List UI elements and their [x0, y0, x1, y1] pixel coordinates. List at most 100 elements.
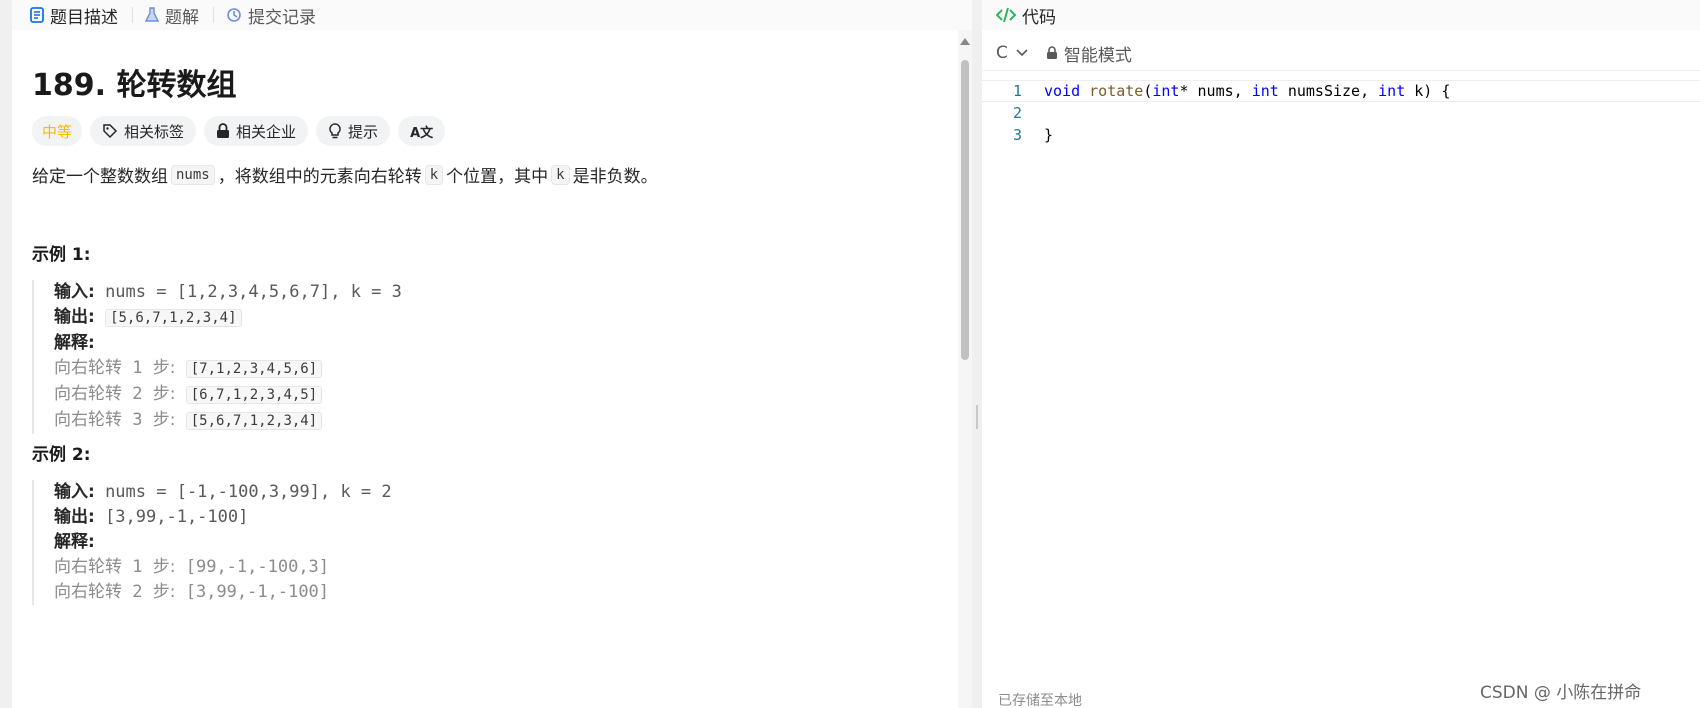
step-num: 3: [132, 410, 143, 430]
difficulty-badge: 中等: [32, 116, 83, 146]
code-line[interactable]: 3 }: [982, 124, 1700, 146]
example-1-title: 示例 1:: [32, 245, 91, 265]
step-value: [6,7,1,2,3,4,5]: [185, 386, 323, 404]
toolbar-divider: [982, 70, 1700, 71]
problem-tabs: 题目描述 题解 提交记录: [12, 0, 972, 30]
code-function: rotate: [1089, 82, 1144, 100]
explain-label: 解释:: [54, 333, 95, 353]
lock-icon: [1046, 46, 1057, 59]
tab-submissions[interactable]: 提交记录: [226, 4, 330, 28]
smart-mode-toggle[interactable]: 智能模式: [1046, 41, 1132, 66]
example-line: 输出: [3,99,-1,-100]: [54, 505, 912, 530]
input-label: 输入:: [54, 282, 95, 302]
lock-icon: [217, 123, 230, 138]
problem-scrollbar[interactable]: [958, 30, 972, 708]
example-2-title: 示例 2:: [32, 445, 91, 465]
code-editor[interactable]: 1 void rotate(int* nums, int numsSize, i…: [982, 76, 1700, 676]
scroll-up-icon[interactable]: [960, 38, 970, 45]
code-keyword: void: [1044, 82, 1081, 100]
example-1-block: 输入: nums = [1,2,3,4,5,6,7], k = 3 输出: [5…: [32, 280, 912, 434]
history-icon: [227, 8, 241, 22]
scroll-thumb[interactable]: [961, 60, 969, 360]
example-step: 向右轮转 2 步: [3,99,-1,-100]: [54, 580, 912, 605]
step-num: 1: [132, 358, 143, 378]
output-value: [5,6,7,1,2,3,4]: [105, 309, 242, 327]
step-num: 1: [132, 557, 143, 577]
tab-submissions-label: 提交记录: [248, 7, 316, 28]
input-label: 输入:: [54, 482, 95, 502]
tab-solutions-label: 题解: [165, 7, 199, 28]
code-keyword: int: [1251, 82, 1279, 100]
explain-label: 解释:: [54, 532, 95, 552]
desc-code: k: [551, 164, 570, 185]
example-line: 解释:: [54, 331, 912, 356]
editor-toolbar: C 智能模式: [982, 38, 1700, 68]
step-suffix: 步:: [152, 582, 176, 602]
related-companies-label: 相关企业: [236, 122, 297, 141]
chevron-down-icon: [1016, 49, 1028, 57]
saved-status: 已存储至本地: [998, 693, 1082, 708]
line-number: 2: [1012, 104, 1022, 122]
step-value: [7,1,2,3,4,5,6]: [185, 360, 323, 378]
code-arg: numsSize,: [1278, 82, 1379, 100]
hint-button[interactable]: 提示: [316, 116, 391, 146]
translate-button[interactable]: A文: [398, 116, 446, 146]
desc-text: 给定一个整数数组: [32, 167, 168, 187]
lightbulb-icon: [329, 123, 341, 139]
problem-content: 189. 轮转数组 中等 相关标签 相关企业 提示 A文 给定一个整数数组 nu…: [12, 30, 952, 708]
language-value: C: [996, 43, 1008, 63]
tab-solutions[interactable]: 题解: [145, 4, 213, 28]
output-label: 输出:: [54, 507, 95, 527]
watermark: CSDN @ 小陈在拼命: [1480, 683, 1642, 703]
output-value: [3,99,-1,-100]: [105, 507, 249, 527]
step-prefix: 向右轮转: [54, 410, 122, 430]
problem-tags: 中等 相关标签 相关企业 提示 A文: [32, 116, 446, 146]
flask-icon: [145, 7, 159, 22]
step-value: [99,-1,-100,3]: [185, 557, 330, 577]
related-tags-button[interactable]: 相关标签: [90, 116, 197, 146]
code-line[interactable]: 2: [982, 102, 1700, 124]
related-companies-button[interactable]: 相关企业: [204, 116, 309, 146]
desc-code: nums: [171, 164, 215, 185]
input-value: nums = [1,2,3,4,5,6,7], k = 3: [105, 282, 402, 302]
tab-description[interactable]: 题目描述: [30, 4, 132, 28]
step-prefix: 向右轮转: [54, 384, 122, 404]
resize-grip-icon[interactable]: [976, 405, 978, 429]
related-tags-label: 相关标签: [124, 122, 185, 141]
example-2-block: 输入: nums = [-1,-100,3,99], k = 2 输出: [3,…: [32, 480, 912, 605]
smart-mode-label: 智能模式: [1063, 45, 1132, 66]
line-number: 3: [1012, 126, 1022, 144]
panel-divider[interactable]: [972, 0, 982, 708]
desc-text: ，将数组中的元素向右轮转: [217, 167, 422, 187]
step-prefix: 向右轮转: [54, 557, 122, 577]
tab-separator: [132, 7, 133, 23]
step-suffix: 步:: [152, 410, 176, 430]
step-num: 2: [132, 384, 143, 404]
code-line[interactable]: 1 void rotate(int* nums, int numsSize, i…: [982, 80, 1700, 102]
step-value: [3,99,-1,-100]: [185, 582, 330, 602]
code-arg: k) {: [1405, 82, 1451, 100]
problem-description: 给定一个整数数组 nums ，将数组中的元素向右轮转 k 个位置，其中 k 是非…: [32, 162, 658, 187]
code-icon: [996, 7, 1016, 23]
desc-code: k: [424, 164, 444, 185]
code-text: void rotate(int* nums, int numsSize, int…: [1044, 82, 1450, 100]
app-root: 题目描述 题解 提交记录 189. 轮转数组 中等 相关标签 相关企业 提示 A…: [0, 0, 1700, 708]
problem-panel: 题目描述 题解 提交记录 189. 轮转数组 中等 相关标签 相关企业 提示 A…: [12, 0, 972, 708]
tab-code-label[interactable]: 代码: [1022, 3, 1056, 28]
example-line: 输入: nums = [1,2,3,4,5,6,7], k = 3: [54, 280, 912, 305]
step-prefix: 向右轮转: [54, 358, 122, 378]
tag-icon: [103, 124, 118, 139]
example-step: 向右轮转 1 步: [7,1,2,3,4,5,6]: [54, 356, 912, 382]
code-arg: * nums,: [1179, 82, 1252, 100]
doc-icon: [30, 7, 44, 23]
code-keyword: int: [1152, 82, 1180, 100]
input-value: nums = [-1,-100,3,99], k = 2: [105, 482, 392, 502]
language-select[interactable]: C: [996, 43, 1028, 63]
example-step: 向右轮转 3 步: [5,6,7,1,2,3,4]: [54, 408, 912, 434]
code-panel: 代码 C 智能模式 1 void rotate(int* nums, int n…: [982, 0, 1700, 708]
example-step: 向右轮转 1 步: [99,-1,-100,3]: [54, 555, 912, 580]
step-suffix: 步:: [152, 358, 176, 378]
step-prefix: 向右轮转: [54, 582, 122, 602]
example-line: 输出: [5,6,7,1,2,3,4]: [54, 305, 912, 331]
step-suffix: 步:: [152, 384, 176, 404]
